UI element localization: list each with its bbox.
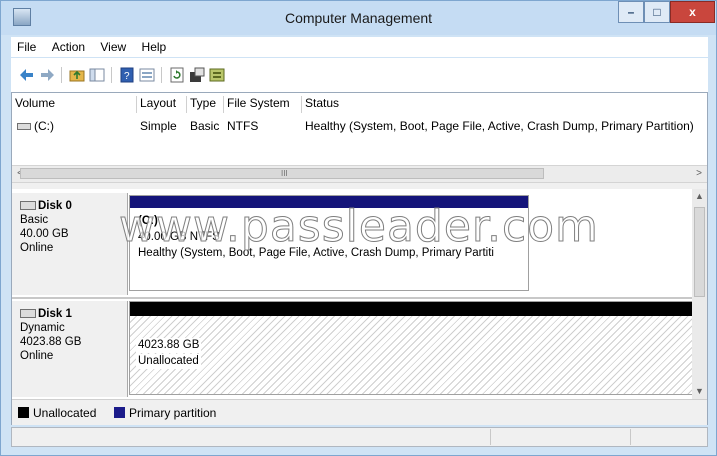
primary-partition-header: [130, 196, 528, 208]
back-arrow-icon[interactable]: [19, 67, 35, 83]
legend-label-primary: Primary partition: [129, 406, 217, 420]
disk-row[interactable]: Disk 1 Dynamic 4023.88 GB Online 4023.88…: [12, 301, 700, 397]
volume-c-partition[interactable]: (C:) 40.00 GB NTFS Healthy (System, Boot…: [129, 195, 529, 291]
disk-state: Online: [20, 350, 54, 362]
properties-list-icon[interactable]: [139, 67, 155, 83]
title-bar[interactable]: Computer Management – □ x: [1, 1, 716, 35]
scroll-thumb[interactable]: [694, 207, 705, 297]
column-header-volume[interactable]: Volume: [12, 96, 137, 113]
menu-bar: File Action View Help: [11, 37, 708, 57]
column-header-status[interactable]: Status: [302, 96, 707, 113]
scroll-thumb[interactable]: III: [20, 168, 544, 179]
cell-status: Healthy (System, Boot, Page File, Active…: [305, 119, 694, 133]
unallocated-size: 4023.88 GB: [136, 338, 202, 353]
close-button[interactable]: x: [670, 1, 715, 23]
legend: Unallocated Primary partition: [12, 399, 707, 425]
refresh-icon[interactable]: [169, 67, 185, 83]
toolbar: ?: [11, 58, 708, 92]
disk-name: Disk 1: [38, 308, 72, 320]
vertical-scrollbar[interactable]: ▲ ▼: [692, 189, 707, 399]
scroll-up-arrow[interactable]: ▲: [692, 189, 707, 204]
disk-name: Disk 0: [38, 200, 72, 212]
scroll-right-arrow[interactable]: >: [691, 166, 707, 182]
cell-layout: Simple: [140, 119, 177, 133]
toolbar-separator: [111, 67, 112, 83]
status-pane: [630, 429, 709, 445]
properties-icon[interactable]: [189, 67, 205, 83]
minimize-button[interactable]: –: [618, 1, 644, 23]
disk-icon: [20, 309, 36, 319]
volume-size-fs: 40.00 GB NTFS: [138, 231, 220, 243]
computer-management-window: Computer Management – □ x File Action Vi…: [0, 0, 717, 456]
legend-swatch-unallocated: [18, 407, 29, 418]
disk-settings-icon[interactable]: [209, 67, 225, 83]
show-hide-tree-icon[interactable]: [89, 67, 105, 83]
unallocated-space[interactable]: 4023.88 GB Unallocated: [129, 301, 700, 395]
legend-label-unallocated: Unallocated: [33, 406, 97, 420]
disk-management-pane: Volume Layout Type File System Status (C…: [11, 92, 708, 425]
toolbar-separator: [161, 67, 162, 83]
unallocated-header: [130, 302, 699, 316]
disk-row-divider: [12, 297, 692, 299]
legend-swatch-primary: [114, 407, 125, 418]
menu-view[interactable]: View: [94, 37, 132, 54]
menu-file[interactable]: File: [11, 37, 42, 54]
cell-type: Basic: [190, 119, 220, 133]
disk-size: 40.00 GB: [20, 228, 69, 240]
unallocated-status: Unallocated: [136, 354, 201, 369]
disk-size: 4023.88 GB: [20, 336, 82, 348]
menu-action[interactable]: Action: [46, 37, 91, 54]
disk-graphical-view: Disk 0 Basic 40.00 GB Online (C:) 40.00 …: [12, 189, 700, 399]
status-pane: [490, 429, 631, 445]
window-title: Computer Management: [284, 10, 433, 26]
horizontal-scrollbar[interactable]: < III >: [12, 165, 707, 183]
disk-info-panel[interactable]: Disk 1 Dynamic 4023.88 GB Online: [12, 301, 128, 397]
volume-list: Volume Layout Type File System Status (C…: [12, 93, 707, 165]
maximize-button[interactable]: □: [644, 1, 670, 23]
column-header-file-system[interactable]: File System: [224, 96, 302, 113]
disk-state: Online: [20, 242, 54, 254]
volume-label: (C:): [138, 215, 158, 227]
cell-volume: (C:): [34, 119, 54, 133]
disk-type: Dynamic: [20, 322, 65, 334]
drive-icon: [17, 119, 31, 133]
menu-help[interactable]: Help: [136, 37, 173, 54]
status-bar: [11, 427, 708, 447]
volume-status: Healthy (System, Boot, Page File, Active…: [138, 247, 494, 259]
cell-file-system: NTFS: [227, 119, 259, 133]
disk-type: Basic: [20, 214, 49, 226]
scroll-down-arrow[interactable]: ▼: [692, 384, 707, 399]
svg-text:?: ?: [124, 71, 130, 82]
toolbar-separator: [61, 67, 62, 83]
column-header-type[interactable]: Type: [187, 96, 224, 113]
up-folder-icon[interactable]: [69, 67, 85, 83]
column-header-layout[interactable]: Layout: [137, 96, 187, 113]
disk-icon: [20, 201, 36, 211]
forward-arrow-icon[interactable]: [39, 67, 55, 83]
help-icon[interactable]: ?: [119, 67, 135, 83]
scroll-grip: III: [281, 169, 288, 178]
disk-info-panel[interactable]: Disk 0 Basic 40.00 GB Online: [12, 193, 128, 295]
disk-row[interactable]: Disk 0 Basic 40.00 GB Online (C:) 40.00 …: [12, 193, 692, 295]
